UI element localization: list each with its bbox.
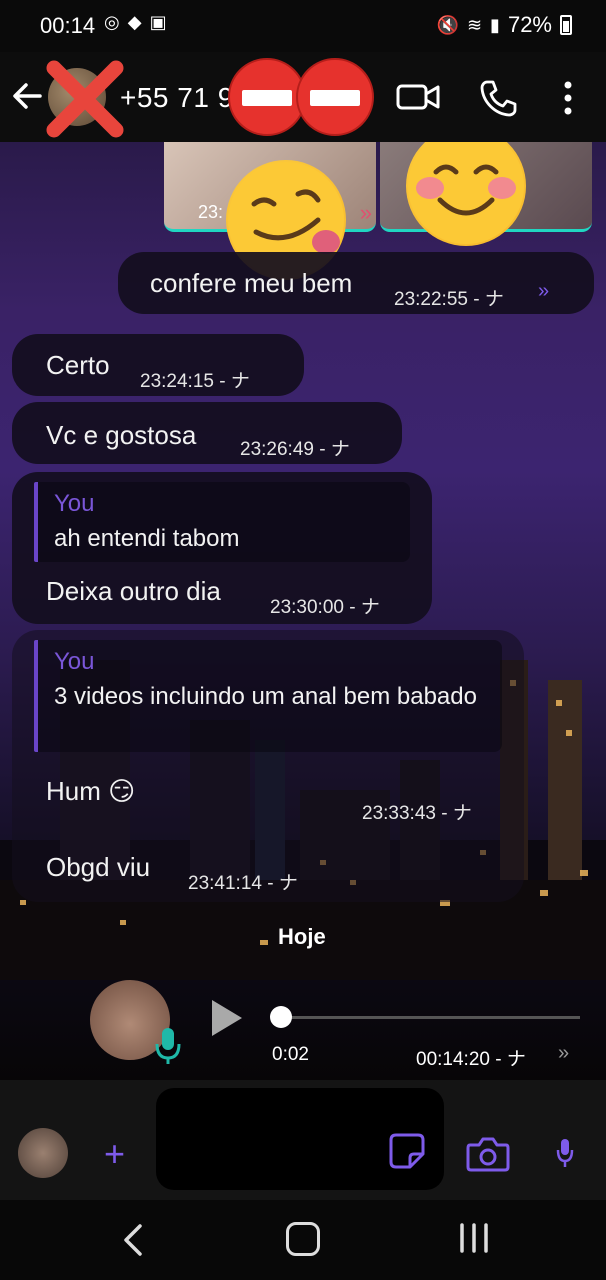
signal-icon: ▮ (490, 14, 500, 35)
delivered-ticks-icon: » (558, 1042, 570, 1064)
sticker-icon[interactable] (388, 1132, 426, 1170)
message-time: 23:41:14 - ナ (188, 873, 298, 894)
android-icon: ◆ (127, 12, 142, 32)
read-ticks-icon: » (359, 200, 372, 225)
nav-home-icon[interactable] (286, 1222, 320, 1256)
message-bubble-incoming[interactable]: You ah entendi tabom Deixa outro dia 23:… (12, 472, 432, 624)
voice-seek-handle[interactable] (270, 1006, 292, 1028)
voice-seek-track[interactable] (280, 1016, 580, 1019)
message-text: Certo (46, 350, 110, 380)
message-bubble-incoming[interactable]: Vc e gostosa 23:26:49 - ナ (12, 402, 402, 464)
message-time: 23:26:49 - ナ (240, 439, 350, 460)
voice-duration: 0:02 (272, 1044, 309, 1065)
quote-author: You (54, 490, 95, 517)
day-separator: Hoje (278, 924, 326, 949)
camera-icon[interactable] (466, 1136, 510, 1172)
back-arrow-icon[interactable] (10, 76, 46, 116)
message-time: 00:14:20 - ナ (416, 1049, 526, 1070)
media-time: 23: (198, 202, 224, 222)
quoted-message[interactable]: You ah entendi tabom (34, 482, 410, 562)
message-text: Obgd viu (46, 852, 151, 882)
mute-icon: 🔇 (436, 14, 459, 35)
message-time: 23:33:43 - ナ (362, 803, 472, 824)
status-bar: 00:14 ◎ ◆ ▣ 🔇 ≋ ▮ 72% (0, 0, 606, 52)
no-entry-emoji (228, 58, 306, 136)
gallery-icon: ▣ (149, 12, 167, 32)
status-time: 00:14 (40, 13, 96, 38)
quote-author: You (54, 648, 95, 675)
notification-icon: ◎ (104, 12, 120, 32)
contact-name[interactable]: +55 71 9 (120, 82, 234, 114)
message-bubble-outgoing[interactable]: confere meu bem 23:22:55 - ナ » (118, 252, 594, 314)
my-avatar[interactable] (18, 1128, 68, 1178)
voice-message[interactable]: 0:02 00:14:20 - ナ » (0, 972, 606, 1080)
wifi-icon: ≋ (466, 14, 483, 35)
video-call-icon[interactable] (396, 82, 440, 112)
message-time: 23:30:00 - ナ (270, 597, 380, 618)
mic-icon[interactable] (556, 1138, 574, 1168)
message-time: 23:24:15 - ナ (140, 371, 250, 392)
message-text: confere meu bem (150, 268, 353, 298)
read-ticks-icon: » (538, 280, 550, 302)
chat-area[interactable]: 23: » confere meu bem 23:22:55 - ナ » Cer… (0, 142, 606, 1080)
media-group[interactable]: 23: » (160, 142, 592, 234)
message-text: Deixa outro dia (46, 576, 221, 606)
more-options-icon[interactable] (558, 80, 578, 116)
battery-percent: 72% (507, 12, 552, 37)
cross-mark-icon (46, 60, 124, 138)
quoted-message[interactable]: You 3 videos incluindo um anal bem babad… (34, 640, 502, 752)
message-text: Hum 😏 (46, 776, 136, 806)
no-entry-emoji (296, 58, 374, 136)
message-bubble-incoming[interactable]: Certo 23:24:15 - ナ (12, 334, 304, 396)
message-bubble-incoming[interactable]: You 3 videos incluindo um anal bem babad… (12, 630, 524, 902)
nav-back-icon[interactable] (120, 1222, 146, 1258)
message-time: 23:22:55 - ナ (394, 289, 504, 310)
mic-badge-icon (155, 1028, 181, 1064)
chat-header: +55 71 9 (0, 52, 606, 142)
battery-icon (560, 15, 572, 35)
quote-text: 3 videos incluindo um anal bem babado (54, 683, 477, 710)
system-nav-bar (0, 1200, 606, 1280)
play-icon[interactable] (206, 998, 246, 1038)
nav-recents-icon[interactable] (458, 1222, 490, 1254)
message-text: Vc e gostosa (46, 420, 197, 450)
composer-bar: + (0, 1080, 606, 1200)
plus-icon[interactable]: + (104, 1136, 125, 1172)
phone-call-icon[interactable] (478, 78, 518, 118)
quote-text: ah entendi tabom (54, 525, 240, 552)
